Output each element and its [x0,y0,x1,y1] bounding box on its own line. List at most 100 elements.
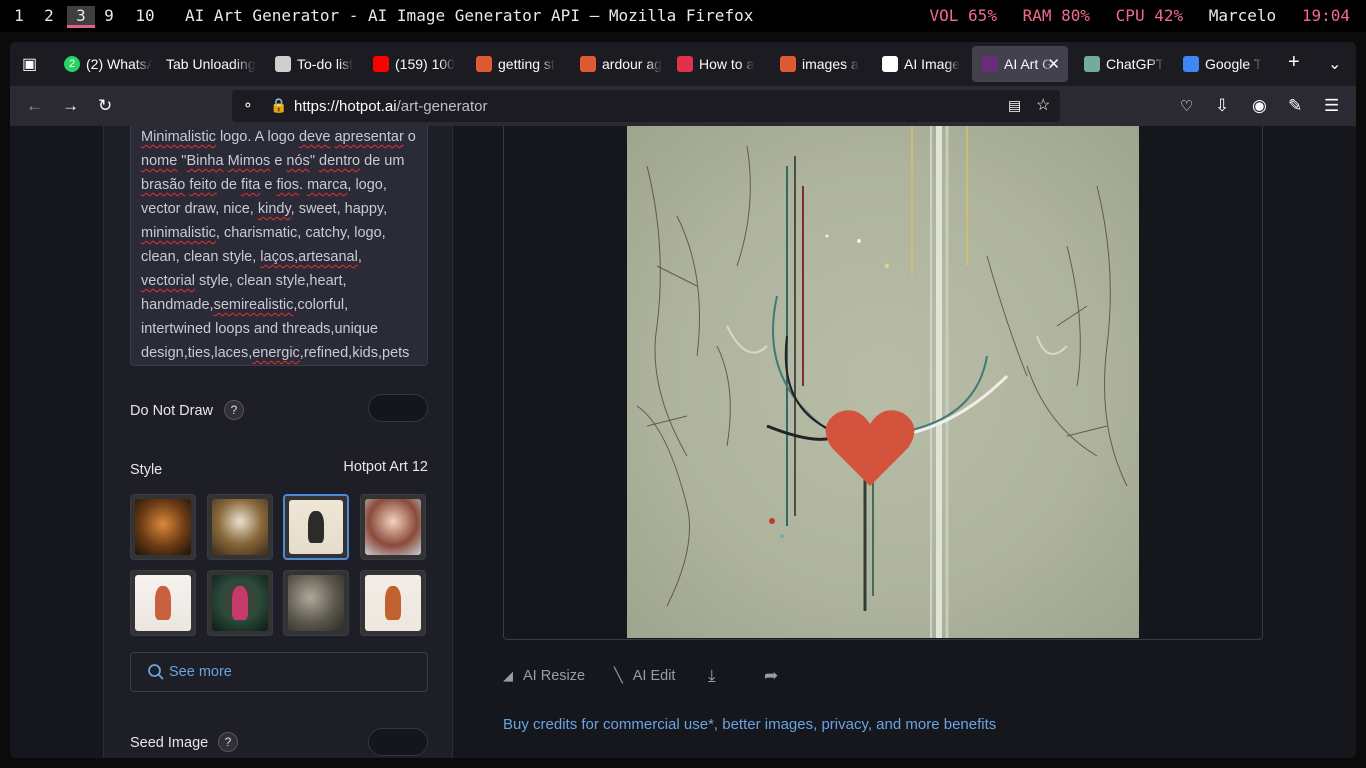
workspace-2[interactable]: 2 [38,6,60,25]
url-bar[interactable]: ⚬ 🔒 https://hotpot.ai/art-generator ▤ ☆ [232,90,1060,122]
menu-hamburger-icon[interactable]: ☰ [1324,96,1339,116]
see-more-label: See more [169,664,232,680]
whatsapp-icon: 2 [64,56,80,72]
prompt-text-segment: energic [252,345,300,361]
prompt-text-segment: e [260,177,277,193]
prompt-text-segment: Binha [186,153,224,169]
prompt-text-segment: fita [240,177,261,193]
prompt-text-segment: brasão [141,177,186,193]
hotpot-icon [982,56,998,72]
wand-icon: ╲ [614,668,623,684]
shield-icon[interactable]: ⚬ [242,97,254,114]
tab-2[interactable]: To-do list [265,46,363,82]
lock-icon[interactable]: 🔒 [270,97,287,114]
seed-image-help-icon[interactable]: ? [218,732,238,752]
tab-10[interactable]: ChatGPT [1074,46,1172,82]
reader-view-icon[interactable]: ▤ [1008,97,1021,114]
prompt-text-segment: fios [276,177,300,193]
pocket-icon[interactable]: ♡ [1180,97,1193,115]
downloads-icon[interactable]: ⇩ [1215,96,1229,116]
heart-thread-artwork [636,126,1128,638]
account-icon[interactable]: ◉ [1252,96,1267,116]
do-not-draw-help-icon[interactable]: ? [224,400,244,420]
ai-edit-button[interactable]: ╲ AI Edit [614,668,675,684]
tab-5[interactable]: ardour ag [570,46,668,82]
style-thumb-image [212,575,268,631]
tab-bar: ▣ 2 (2) WhatsApp Tab Unloading To-do list (1… [10,42,1356,86]
window-title: AI Art Generator - AI Image Generator AP… [185,6,754,25]
tab-1[interactable]: Tab Unloading [156,46,259,82]
ram-indicator: RAM 80% [1022,6,1091,25]
tab-9[interactable]: AI Art G ✕ [972,46,1068,82]
prompt-text-segment: ,refined,kids,pets [299,345,410,361]
tab-label: getting st [498,56,555,72]
tab-label: Tab Unloading [166,56,256,72]
do-not-draw-toggle[interactable] [368,394,428,422]
style-thumb-mannequin[interactable] [130,570,196,636]
ai-resize-button[interactable]: ◢ AI Resize [503,668,585,684]
style-thumb-image [135,575,191,631]
tab-8[interactable]: AI Image [872,46,970,82]
generated-image-frame [503,126,1263,640]
buy-credits-link[interactable]: Buy credits for commercial use*, better … [503,716,996,733]
tab-label: (2) WhatsApp [86,56,152,72]
bookmark-star-icon[interactable]: ☆ [1036,95,1050,115]
prompt-text-segment: kindy [257,201,291,217]
prompt-text-segment: , [357,249,362,265]
prompt-text-segment: " [309,153,319,169]
generated-image[interactable] [627,126,1139,638]
style-thumb-image [365,575,421,631]
prompt-text-segment: marca [307,177,348,193]
clock: 19:04 [1301,6,1350,25]
list-tabs-chevron-icon[interactable]: ⌄ [1328,54,1341,74]
tab-label: AI Art G [1004,56,1054,72]
tab-11[interactable]: Google T [1173,46,1273,82]
new-tab-icon[interactable]: + [1288,51,1300,74]
see-more-button[interactable]: See more [130,652,428,692]
prompt-text-segment: laços,artesanal [260,249,358,265]
extensions-icon[interactable]: ✎ [1288,96,1302,116]
tab-3[interactable]: (159) 100 [363,46,461,82]
settings-panel: Minimalistic logo. A logo deve apresenta… [103,126,453,758]
seed-image-toggle[interactable] [368,728,428,756]
style-label: Style [130,462,163,478]
reload-icon[interactable]: ↻ [98,96,112,116]
prompt-text-segment: dentro [319,153,361,169]
style-thumb-cyborg-woman[interactable] [207,570,273,636]
style-thumb-violinist[interactable] [283,494,349,560]
workspace-9[interactable]: 9 [98,6,120,25]
style-thumb-anime-girl[interactable] [360,494,426,560]
volume-indicator: VOL 65% [929,6,997,25]
tab-4[interactable]: getting st [466,46,564,82]
tab-6[interactable]: How to a [667,46,765,82]
prompt-text-segment: . [299,177,308,193]
forward-arrow-icon[interactable]: → [62,96,79,116]
url-text[interactable]: https://hotpot.ai/art-generator [294,98,487,115]
back-arrow-icon[interactable]: ← [26,96,43,116]
prompt-text-segment: nome [141,153,178,169]
firefox-window: ▣ 2 (2) WhatsApp Tab Unloading To-do list (1… [10,42,1356,758]
share-icon[interactable]: ➦ [764,666,778,686]
style-thumb-image [365,499,421,555]
style-thumb-robot-bull[interactable] [207,494,273,560]
workspace-1[interactable]: 1 [8,6,30,25]
tab-label: AI Image [904,56,961,72]
duckduckgo-icon [780,56,796,72]
tab-label: (159) 100 [395,56,455,72]
close-tab-icon[interactable]: ✕ [1047,55,1060,73]
download-icon[interactable]: ⤓ [708,666,716,686]
firefox-view-icon[interactable]: ▣ [22,54,37,74]
tab-0[interactable]: 2 (2) WhatsApp [54,46,152,82]
search-icon [147,663,165,685]
prompt-textarea[interactable]: Minimalistic logo. A logo deve apresenta… [130,126,428,366]
openai-icon [1084,56,1100,72]
workspace-10[interactable]: 10 [132,6,158,25]
style-thumb-old-man-painting[interactable] [283,570,349,636]
tab-7[interactable]: images a [770,46,868,82]
workspace-3[interactable]: 3 [67,6,95,28]
navigation-toolbar: ← → ↻ ⚬ 🔒 https://hotpot.ai/art-generato… [10,86,1356,126]
style-thumb-fox-logo[interactable] [360,570,426,636]
sync-icon [882,56,898,72]
style-thumb-image [212,499,268,555]
style-thumb-tiger[interactable] [130,494,196,560]
